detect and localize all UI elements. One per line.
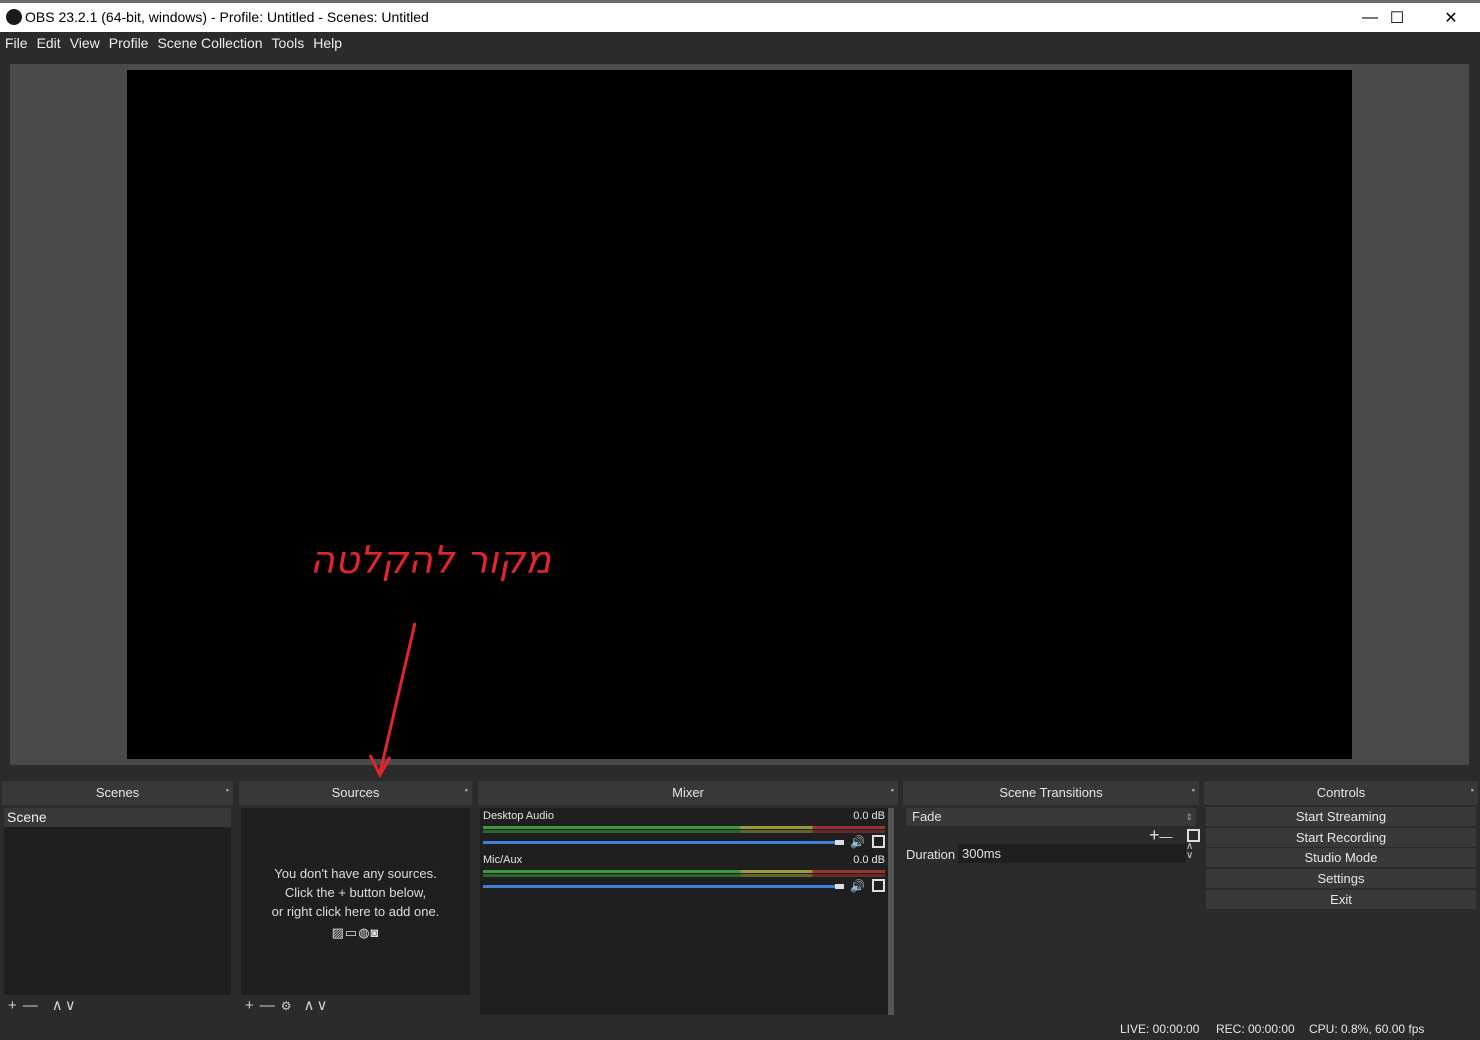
- obs-logo-icon: [6, 9, 22, 25]
- channel-settings-gear-icon[interactable]: [872, 879, 885, 892]
- float-icon[interactable]: ▪: [465, 778, 468, 802]
- menu-help[interactable]: Help: [308, 32, 346, 51]
- remove-source-button[interactable]: —: [260, 998, 275, 1014]
- sources-dock: Sources ▪ You don't have any sources. Cli…: [239, 781, 472, 1017]
- volume-meter: [483, 870, 885, 873]
- scenes-title-label: Scenes: [95, 785, 140, 800]
- scene-item[interactable]: Scene: [4, 808, 231, 827]
- exit-button[interactable]: Exit: [1206, 890, 1476, 909]
- menu-profile[interactable]: Profile: [104, 32, 153, 51]
- transition-selected-value: Fade: [912, 809, 942, 824]
- scenes-dock: Scenes ▪ Scene + — ∧ ∨: [2, 781, 233, 1017]
- sources-empty-line2: Click the + button below,: [284, 885, 427, 900]
- transitions-dock-title: Scene Transitions ▪: [903, 781, 1199, 805]
- transition-buttons: +—: [1149, 825, 1200, 846]
- add-scene-button[interactable]: +: [8, 998, 17, 1014]
- channel-db: 0.0 dB: [853, 854, 885, 866]
- channel-settings-gear-icon[interactable]: [872, 835, 885, 848]
- maximize-button[interactable]: ☐: [1370, 3, 1424, 32]
- studio-mode-button[interactable]: Studio Mode: [1206, 848, 1476, 867]
- settings-button[interactable]: Settings: [1206, 869, 1476, 888]
- volume-slider-handle[interactable]: [835, 884, 844, 889]
- add-transition-button[interactable]: +: [1149, 825, 1160, 845]
- move-scene-up-button[interactable]: ∧: [52, 998, 63, 1014]
- display-source-icon: ▭: [344, 925, 359, 940]
- image-source-icon: ▨: [331, 925, 345, 940]
- menu-scene-collection[interactable]: Scene Collection: [152, 32, 266, 51]
- scene-transitions-dock: Scene Transitions ▪ Fade ⇕ +— Duration 30…: [903, 781, 1200, 1017]
- move-source-up-button[interactable]: ∧: [304, 998, 315, 1014]
- volume-meter: [483, 874, 885, 877]
- mixer-panel: Desktop Audio 0.0 dB 🔊 Mic/Aux 0.0 dB 🔊: [480, 808, 888, 1015]
- duration-field[interactable]: 300ms: [958, 844, 1186, 863]
- sources-list[interactable]: You don't have any sources. Click the + …: [241, 808, 470, 995]
- channel-name: Mic/Aux: [483, 854, 523, 866]
- scenes-toolbar: + — ∧ ∨: [8, 998, 82, 1016]
- volume-meter: [483, 830, 885, 833]
- mixer-dock-title: Mixer ▪: [478, 781, 898, 805]
- camera-source-icon: ◙: [370, 925, 380, 940]
- add-source-button[interactable]: +: [245, 998, 254, 1014]
- browser-source-icon: ◍: [358, 925, 371, 940]
- float-icon[interactable]: ▪: [1192, 778, 1195, 802]
- float-icon[interactable]: ▪: [226, 778, 229, 802]
- duration-stepper[interactable]: ∧ ∨: [1186, 842, 1193, 861]
- volume-meter: [483, 826, 885, 829]
- menu-view[interactable]: View: [65, 32, 104, 51]
- preview-canvas[interactable]: [127, 70, 1352, 759]
- sources-title-label: Sources: [331, 785, 380, 800]
- transitions-title-label: Scene Transitions: [999, 785, 1103, 800]
- window-title: OBS 23.2.1 (64-bit, windows) - Profile: …: [25, 9, 429, 25]
- window-title-bar: OBS 23.2.1 (64-bit, windows) - Profile: …: [0, 0, 1480, 32]
- controls-title-label: Controls: [1316, 785, 1366, 800]
- speaker-mute-icon[interactable]: 🔊: [850, 835, 865, 849]
- scenes-list[interactable]: Scene: [4, 808, 231, 995]
- controls-dock-title: Controls ▪: [1204, 781, 1478, 805]
- move-source-down-button[interactable]: ∨: [317, 998, 328, 1014]
- live-time: LIVE: 00:00:00: [1120, 1022, 1200, 1036]
- cpu-fps: CPU: 0.8%, 60.00 fps: [1309, 1022, 1425, 1036]
- sources-empty-line3: or right click here to add one.: [271, 904, 440, 919]
- sources-toolbar: + — ⚙ ∧ ∨: [245, 998, 334, 1016]
- float-icon[interactable]: ▪: [1471, 778, 1474, 802]
- move-scene-down-button[interactable]: ∨: [65, 998, 76, 1014]
- menu-file[interactable]: File: [0, 32, 32, 51]
- volume-slider-handle[interactable]: [835, 840, 844, 845]
- close-button[interactable]: ✕: [1424, 3, 1478, 32]
- mixer-dock: Mixer ▪ Desktop Audio 0.0 dB 🔊 Mic/Aux 0.…: [478, 781, 898, 1017]
- duration-label: Duration: [906, 847, 956, 862]
- remove-scene-button[interactable]: —: [23, 998, 38, 1014]
- menu-bar: File Edit View Profile Scene Collection Tools…: [0, 32, 1480, 56]
- chevron-down-icon: ⇕: [1185, 812, 1193, 822]
- scenes-dock-title: Scenes ▪: [2, 781, 233, 805]
- menu-edit[interactable]: Edit: [32, 32, 65, 51]
- transition-select[interactable]: Fade ⇕: [906, 808, 1196, 826]
- start-recording-button[interactable]: Start Recording: [1206, 828, 1476, 847]
- channel-db: 0.0 dB: [853, 810, 885, 822]
- channel-name: Desktop Audio: [483, 810, 554, 822]
- float-icon[interactable]: ▪: [891, 778, 894, 802]
- annotation-arrow: [368, 622, 417, 779]
- remove-transition-button[interactable]: —: [1160, 829, 1173, 844]
- mixer-scrollbar[interactable]: [888, 808, 894, 1015]
- menu-tools[interactable]: Tools: [267, 32, 309, 51]
- mixer-title-label: Mixer: [672, 785, 704, 800]
- rec-time: REC: 00:00:00: [1216, 1022, 1295, 1036]
- start-streaming-button[interactable]: Start Streaming: [1206, 807, 1476, 826]
- sources-empty-line1: You don't have any sources.: [274, 866, 437, 881]
- status-bar: LIVE: 00:00:00 REC: 00:00:00 CPU: 0.8%, …: [0, 1020, 1480, 1040]
- source-properties-gear-icon[interactable]: ⚙: [281, 998, 292, 1014]
- volume-slider[interactable]: [483, 885, 835, 888]
- annotation-text: מקור להקלטה: [310, 538, 552, 582]
- speaker-mute-icon[interactable]: 🔊: [850, 879, 865, 893]
- sources-dock-title: Sources ▪: [239, 781, 472, 805]
- volume-slider[interactable]: [483, 841, 835, 844]
